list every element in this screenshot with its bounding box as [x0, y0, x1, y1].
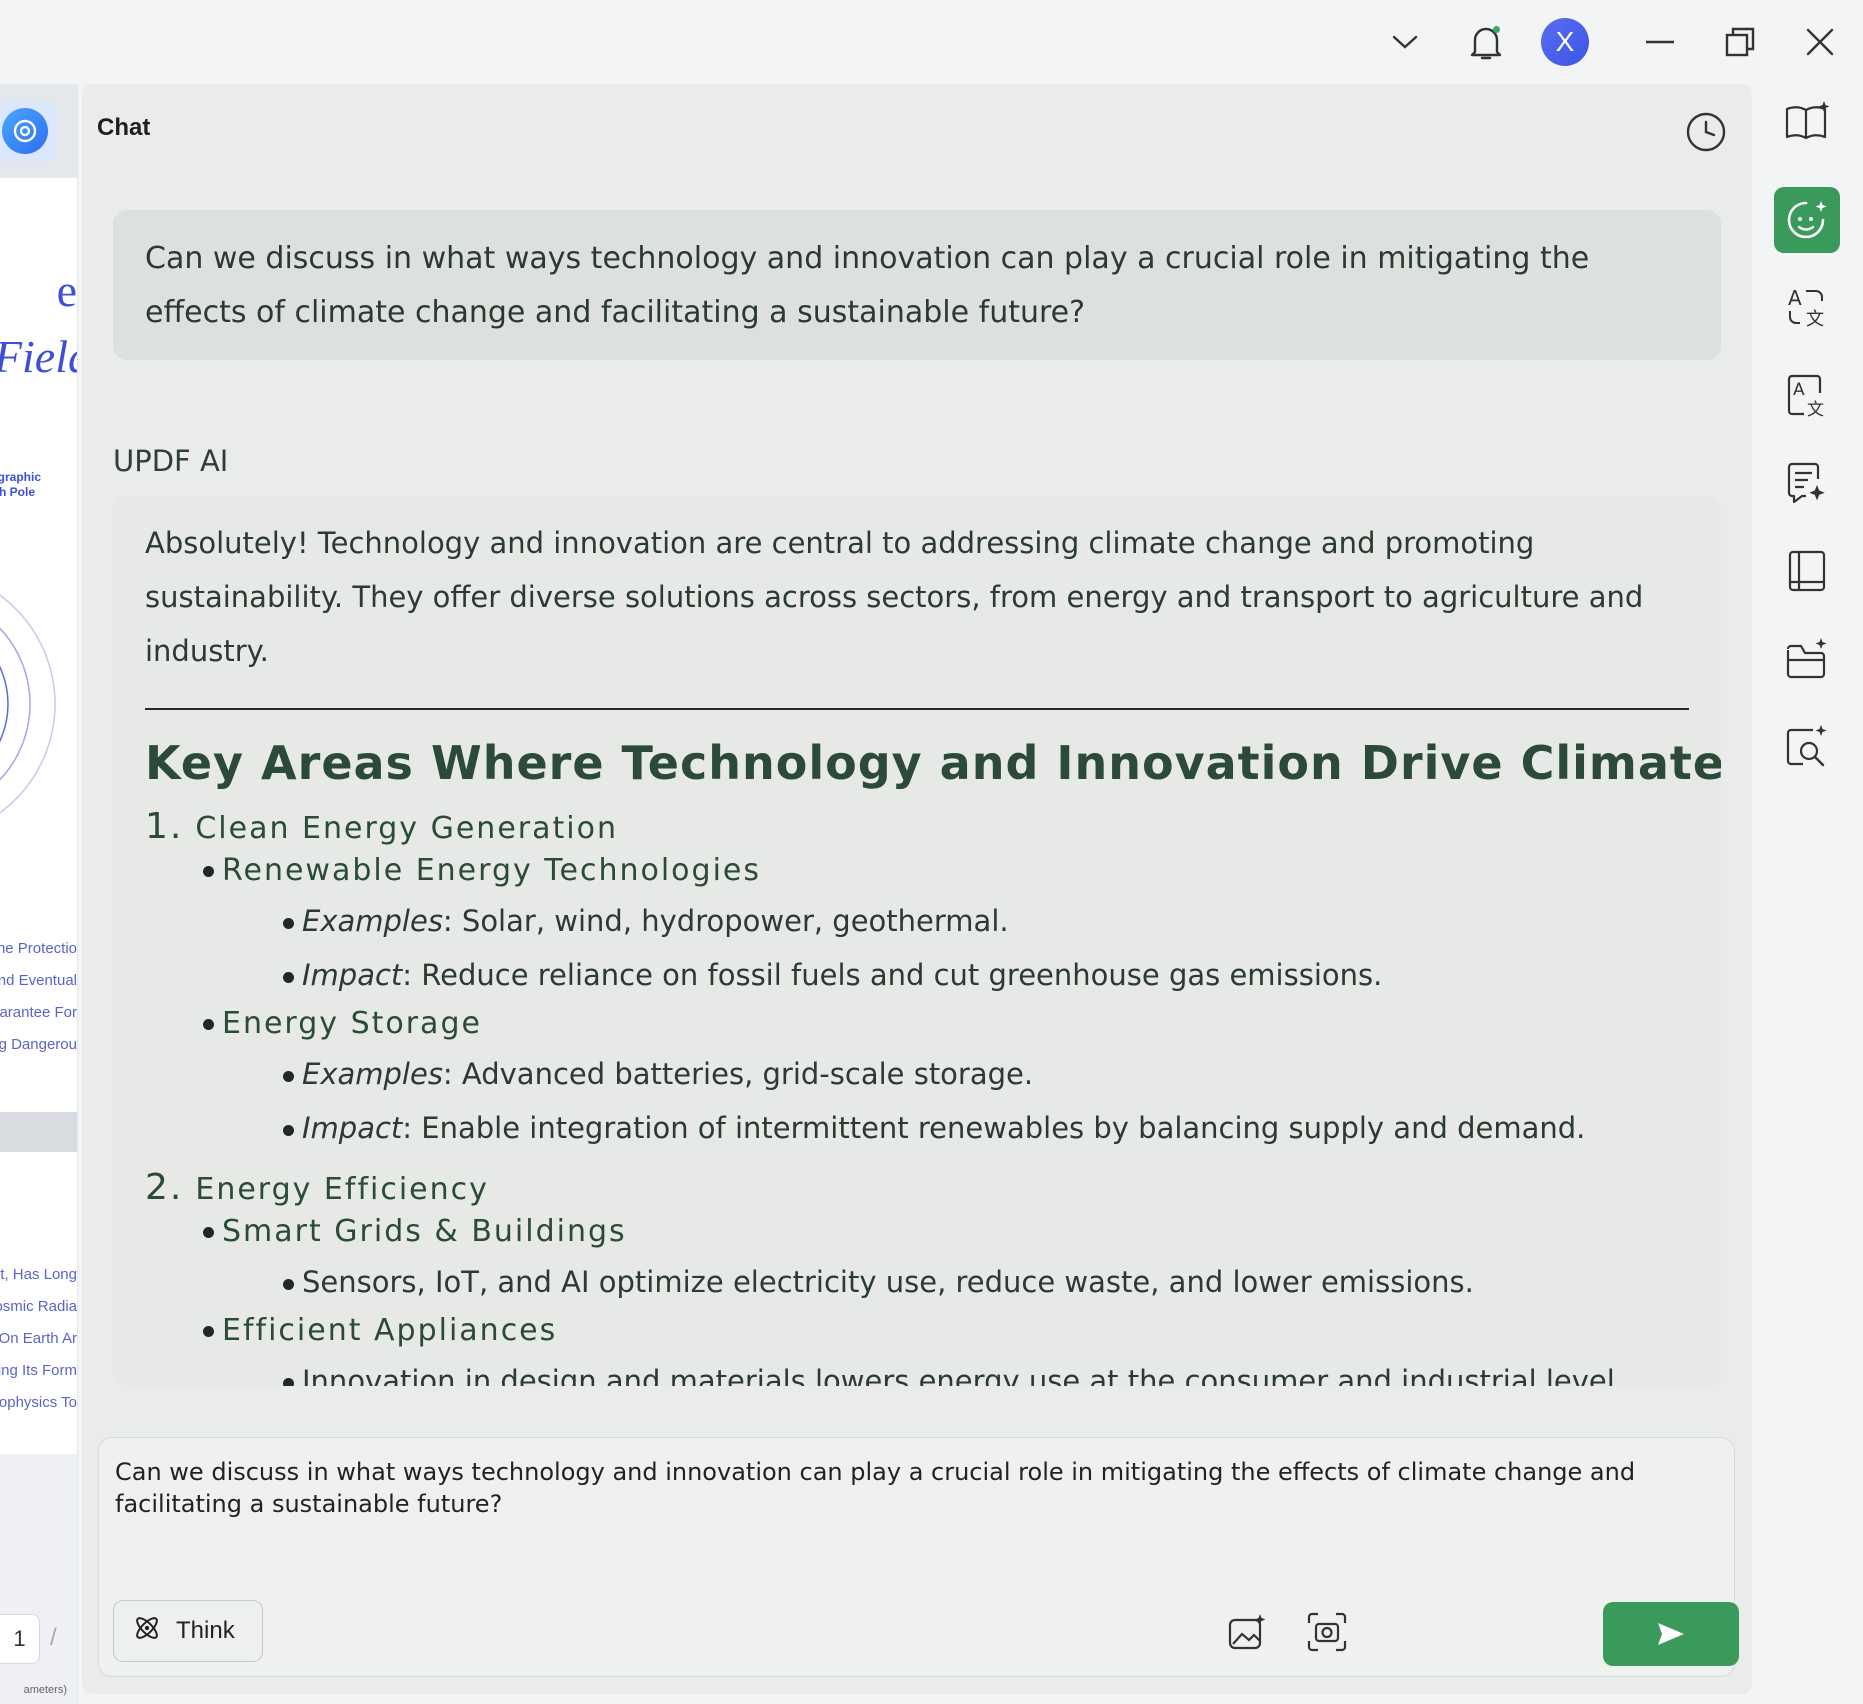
think-label: Think — [176, 1617, 235, 1644]
notebook-icon[interactable] — [1774, 538, 1840, 604]
doc-fragment: graphic — [0, 470, 41, 484]
list-item: Sensors, IoT, and AI optimize electricit… — [283, 1255, 1689, 1309]
sub-heading: Smart Grids & Buildings — [203, 1214, 1689, 1249]
send-button[interactable] — [1603, 1602, 1739, 1666]
svg-text:文: 文 — [1806, 309, 1824, 329]
doc-fragment: he Protectio — [0, 940, 77, 957]
section-heading: 2. Energy Efficiency — [145, 1167, 1689, 1208]
svg-text:文: 文 — [1807, 400, 1824, 417]
ai-logo-icon[interactable] — [0, 100, 56, 162]
translate-doc-icon[interactable]: A文 — [1774, 362, 1840, 428]
ai-response: Absolutely! Technology and innovation ar… — [113, 496, 1721, 1386]
summarize-icon[interactable] — [1774, 450, 1840, 516]
doc-fragment: e — [56, 265, 77, 316]
section-number: 2. — [145, 1167, 184, 1208]
doc-fragment: Field — [0, 331, 77, 382]
avatar-letter: X — [1555, 26, 1575, 57]
doc-divider — [0, 1112, 77, 1152]
notification-dot — [1493, 26, 1500, 33]
title-bar: X — [0, 0, 1863, 84]
list-item: Innovation in design and materials lower… — [283, 1354, 1689, 1386]
list-item: Examples: Solar, wind, hydropower, geoth… — [283, 894, 1689, 948]
folder-sparkle-icon[interactable] — [1774, 626, 1840, 692]
bell-icon[interactable] — [1458, 14, 1514, 70]
doc-orbit-graphic — [0, 594, 56, 814]
document-preview[interactable]: e Field graphic th Pole he Protectio nd … — [0, 84, 78, 1704]
doc-fragment: g Dangerou — [0, 1036, 77, 1053]
sub-heading: Renewable Energy Technologies — [203, 853, 1689, 888]
chat-panel: Chat Can we discuss in what ways technol… — [82, 84, 1752, 1694]
restore-icon[interactable] — [1712, 14, 1768, 70]
sub-title: Energy Storage — [222, 1006, 482, 1041]
doc-footer — [0, 1454, 77, 1704]
doc-fragment: ophysics To — [0, 1394, 77, 1411]
app-logo-tile[interactable] — [0, 84, 77, 178]
chat-input[interactable]: Can we discuss in what ways technology a… — [98, 1437, 1739, 1677]
think-button[interactable]: Think — [113, 1600, 263, 1662]
divider — [145, 708, 1689, 710]
translate-icon[interactable]: A文 — [1774, 274, 1840, 340]
sub-heading: Efficient Appliances — [203, 1313, 1689, 1348]
item-text: : Reduce reliance on fossil fuels and cu… — [402, 958, 1383, 992]
right-toolbar: A文 A文 — [1752, 84, 1863, 1704]
doc-fragment: osmic Radia — [0, 1298, 77, 1315]
section-number: 1. — [145, 806, 184, 847]
item-text: Innovation in design and materials lower… — [302, 1364, 1625, 1386]
doc-fragment: ameters) — [23, 1684, 67, 1696]
page-number: 1 — [13, 1626, 26, 1651]
sub-heading: Energy Storage — [203, 1006, 1689, 1041]
image-sparkle-icon[interactable] — [1221, 1606, 1273, 1658]
sub-title: Efficient Appliances — [222, 1313, 558, 1348]
close-icon[interactable] — [1792, 14, 1848, 70]
chat-title: Chat — [97, 114, 151, 141]
search-sparkle-icon[interactable] — [1774, 714, 1840, 780]
user-message: Can we discuss in what ways technology a… — [113, 210, 1721, 360]
page-number-input[interactable]: 1 — [0, 1614, 40, 1664]
ai-heading: Key Areas Where Technology and Innovatio… — [145, 736, 1721, 790]
sub-title: Renewable Energy Technologies — [222, 853, 761, 888]
avatar[interactable]: X — [1541, 18, 1589, 66]
list-item: Examples: Advanced batteries, grid-scale… — [283, 1047, 1689, 1101]
screenshot-icon[interactable] — [1301, 1606, 1353, 1658]
item-text: : Advanced batteries, grid-scale storage… — [442, 1057, 1034, 1091]
history-icon[interactable] — [1682, 108, 1730, 156]
section-heading: 1. Clean Energy Generation — [145, 806, 1689, 847]
doc-fragment: th Pole — [0, 485, 35, 499]
item-label: Impact — [302, 1111, 403, 1145]
chat-bot-icon[interactable] — [1774, 187, 1840, 253]
chevron-down-icon[interactable] — [1377, 14, 1433, 70]
doc-fragment: arantee For — [0, 1004, 77, 1021]
item-text: Sensors, IoT, and AI optimize electricit… — [302, 1265, 1474, 1299]
ai-label: UPDF AI — [113, 444, 229, 478]
doc-fragment: et, Has Long — [0, 1266, 77, 1283]
item-text: : Enable integration of intermittent ren… — [402, 1111, 1586, 1145]
doc-fragment: On Earth Ar — [0, 1330, 77, 1347]
svg-text:A: A — [1793, 380, 1805, 400]
ai-intro: Absolutely! Technology and innovation ar… — [145, 526, 1644, 668]
section-title: Clean Energy Generation — [195, 811, 618, 846]
doc-fragment: ing Its Form — [0, 1362, 77, 1379]
svg-text:A: A — [1788, 286, 1802, 310]
atom-icon — [132, 1613, 162, 1650]
minimize-icon[interactable] — [1632, 14, 1688, 70]
sub-title: Smart Grids & Buildings — [222, 1214, 627, 1249]
send-icon — [1658, 1623, 1684, 1645]
section-title: Energy Efficiency — [195, 1172, 489, 1207]
page-separator: / — [50, 1624, 57, 1651]
doc-fragment: nd Eventual — [0, 972, 77, 989]
list-item: Impact: Enable integration of intermitte… — [283, 1101, 1689, 1155]
book-sparkle-icon[interactable] — [1774, 88, 1840, 154]
list-item: Impact: Reduce reliance on fossil fuels … — [283, 948, 1689, 1002]
chat-input-text[interactable]: Can we discuss in what ways technology a… — [115, 1456, 1715, 1520]
item-label: Impact — [302, 958, 403, 992]
item-label: Examples — [302, 1057, 443, 1091]
item-text: : Solar, wind, hydropower, geothermal. — [442, 904, 1009, 938]
item-label: Examples — [302, 904, 443, 938]
